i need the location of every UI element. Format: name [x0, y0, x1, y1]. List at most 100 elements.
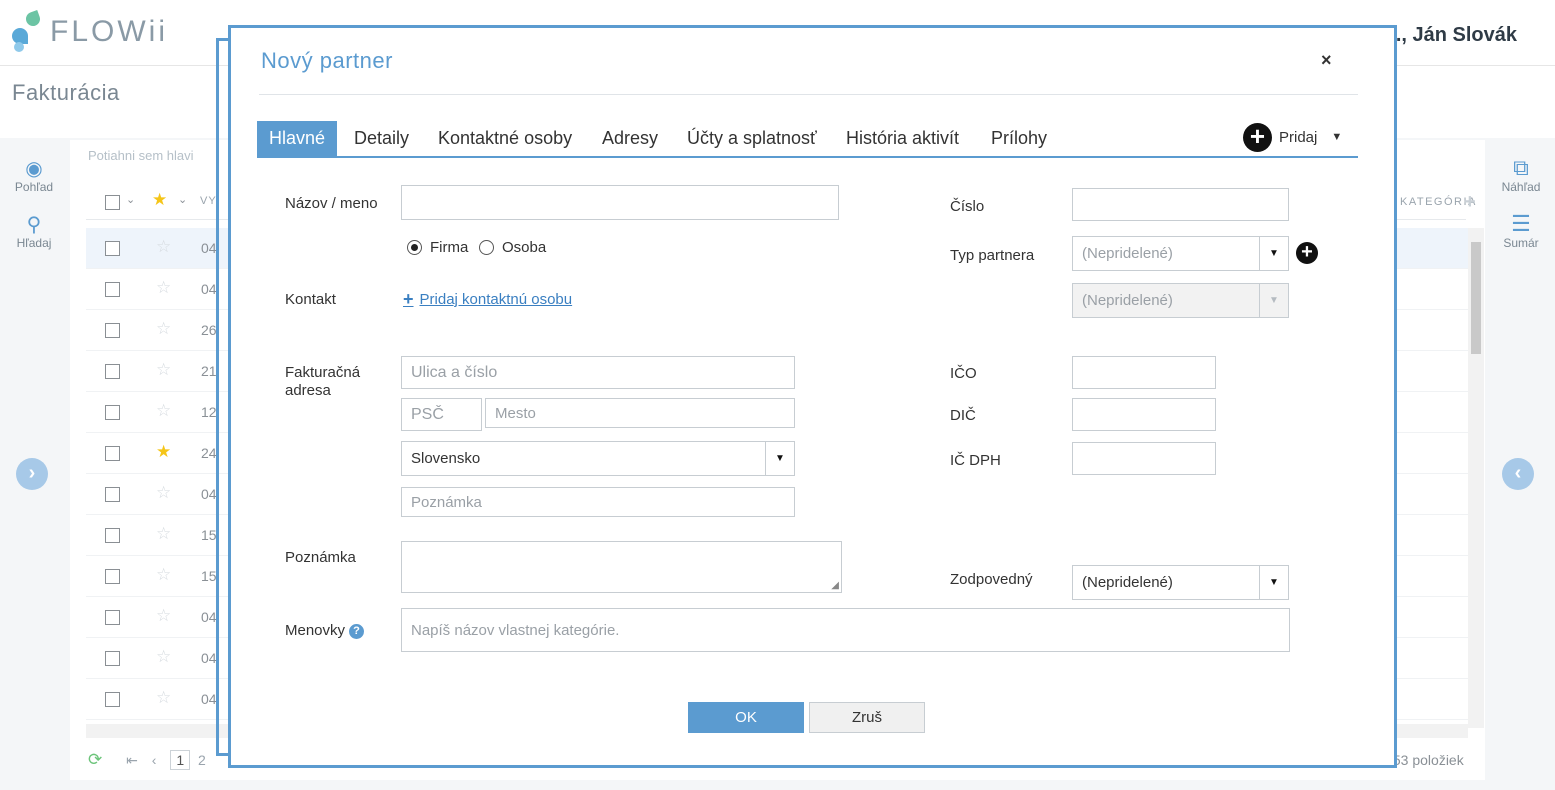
ok-button[interactable]: OK	[688, 702, 804, 733]
first-page-icon[interactable]: ⇤	[126, 752, 138, 768]
close-icon[interactable]: ×	[1321, 50, 1332, 71]
row-checkbox[interactable]	[105, 282, 120, 297]
plus-icon: +	[403, 289, 414, 309]
add-column-icon[interactable]: +	[1464, 191, 1476, 214]
tab-ucty-a-splatnost[interactable]: Účty a splatnosť	[675, 121, 829, 156]
row-checkbox[interactable]	[105, 323, 120, 338]
tags-label-text: Menovky	[285, 622, 346, 639]
street-input[interactable]: Ulica a číslo	[401, 356, 795, 389]
select-all-chevron-icon[interactable]: ⌄	[126, 193, 135, 206]
address-note-input[interactable]: Poznámka	[401, 487, 795, 517]
row-checkbox[interactable]	[105, 651, 120, 666]
column-header-short[interactable]: VY	[200, 195, 217, 207]
plus-circle-icon: +	[1243, 122, 1272, 152]
tab-detaily[interactable]: Detaily	[342, 121, 421, 156]
tab-kontaktne-osoby[interactable]: Kontaktné osoby	[426, 121, 584, 156]
company-user-name[interactable]: o., Ján Slovák	[1384, 24, 1517, 47]
country-select[interactable]: Slovensko ▼	[401, 441, 795, 476]
note-textarea[interactable]: ◢	[401, 541, 842, 593]
partner-type-select[interactable]: (Nepridelené) ▼	[1072, 236, 1289, 271]
caret-down-icon: ▼	[1331, 131, 1343, 143]
tab-historia-aktivit[interactable]: História aktivít	[834, 121, 971, 156]
row-checkbox[interactable]	[105, 487, 120, 502]
next-page-number[interactable]: 2	[198, 752, 206, 768]
name-label: Názov / meno	[285, 195, 378, 212]
dic-input[interactable]	[1072, 398, 1216, 431]
preview-tool-button[interactable]: ⧉ Náhľad	[1494, 156, 1548, 195]
favorite-star-icon[interactable]: ☆	[156, 565, 171, 585]
row-number-cell: 15	[201, 527, 217, 543]
favorite-star-icon[interactable]: ☆	[156, 360, 171, 380]
favorite-star-icon[interactable]: ☆	[156, 278, 171, 298]
billing-address-label-line1: Fakturačná	[285, 364, 361, 381]
resize-grip-icon[interactable]: ◢	[831, 580, 839, 591]
row-checkbox[interactable]	[105, 405, 120, 420]
ic-dph-input[interactable]	[1072, 442, 1216, 475]
favorite-star-icon[interactable]: ☆	[156, 401, 171, 421]
dropdown-arrow-icon: ▼	[1259, 284, 1288, 317]
ico-label: IČO	[950, 365, 977, 382]
favorite-star-icon[interactable]: ☆	[156, 524, 171, 544]
tab-adresy[interactable]: Adresy	[590, 121, 670, 156]
row-checkbox[interactable]	[105, 446, 120, 461]
ico-input[interactable]	[1072, 356, 1216, 389]
radio-firma[interactable]: Firma	[407, 239, 468, 256]
responsible-select[interactable]: (Nepridelené) ▼	[1072, 565, 1289, 600]
pager: ⟳ ⇤ ‹ 1 2	[88, 750, 206, 770]
add-contact-link[interactable]: + Pridaj kontaktnú osobu	[403, 289, 572, 310]
chevron-right-icon: ›	[28, 462, 36, 484]
favorite-star-icon[interactable]: ☆	[156, 688, 171, 708]
refresh-icon[interactable]: ⟳	[88, 750, 102, 769]
favorite-star-icon[interactable]: ☆	[156, 319, 171, 339]
search-tool-button[interactable]: ⚲ Hľadaj	[8, 214, 60, 250]
tags-input[interactable]: Napíš názov vlastnej kategórie.	[401, 608, 1290, 652]
expand-left-panel-button[interactable]: ›	[16, 458, 48, 490]
expand-right-panel-button[interactable]: ‹	[1502, 458, 1534, 490]
add-contact-link-text: Pridaj kontaktnú osobu	[419, 291, 573, 308]
summary-tool-button[interactable]: ☰ Sumár	[1494, 212, 1548, 251]
vertical-scrollbar[interactable]	[1468, 228, 1484, 728]
prev-page-icon[interactable]: ‹	[152, 752, 157, 768]
row-number-cell: 26	[201, 322, 217, 338]
partner-type-label: Typ partnera	[950, 247, 1035, 264]
number-input[interactable]	[1072, 188, 1289, 221]
radio-osoba-label: Osoba	[502, 239, 547, 256]
favorite-star-icon[interactable]: ☆	[156, 647, 171, 667]
search-tool-label: Hľadaj	[16, 236, 52, 250]
add-dropdown-button[interactable]: + Pridaj ▼	[1243, 121, 1342, 153]
preview-tool-label: Náhľad	[1501, 180, 1541, 194]
row-checkbox[interactable]	[105, 610, 120, 625]
cancel-button[interactable]: Zruš	[809, 702, 925, 733]
current-page[interactable]: 1	[170, 750, 191, 770]
name-input[interactable]	[401, 185, 839, 220]
tab-prilohy[interactable]: Prílohy	[979, 121, 1059, 156]
select-all-checkbox[interactable]	[105, 195, 120, 210]
postal-code-input[interactable]: PSČ	[401, 398, 482, 431]
favorite-star-icon[interactable]: ★	[156, 442, 171, 462]
favorite-star-icon[interactable]: ☆	[156, 483, 171, 503]
country-value: Slovensko	[411, 450, 481, 467]
star-filter-icon[interactable]: ★	[152, 190, 167, 210]
help-icon[interactable]: ?	[349, 624, 365, 639]
row-checkbox[interactable]	[105, 692, 120, 707]
radio-osoba[interactable]: Osoba	[479, 239, 546, 256]
tab-hlavne[interactable]: Hlavné	[257, 121, 338, 156]
number-label: Číslo	[950, 198, 985, 215]
favorite-star-icon[interactable]: ☆	[156, 606, 171, 626]
row-checkbox[interactable]	[105, 364, 120, 379]
favorite-star-icon[interactable]: ☆	[156, 237, 171, 257]
eye-icon: ◉	[25, 158, 43, 180]
row-number-cell: 04	[201, 609, 217, 625]
row-checkbox[interactable]	[105, 241, 120, 256]
responsible-label: Zodpovedný	[950, 571, 1033, 588]
star-filter-chevron-icon[interactable]: ⌄	[178, 193, 187, 206]
row-number-cell: 04	[201, 486, 217, 502]
add-partner-type-icon[interactable]: +	[1296, 242, 1318, 264]
dialog-title: Nový partner	[261, 48, 393, 73]
row-checkbox[interactable]	[105, 569, 120, 584]
flowii-logo[interactable]: FLOWii	[10, 10, 168, 52]
row-checkbox[interactable]	[105, 528, 120, 543]
city-input[interactable]: Mesto	[485, 398, 795, 428]
view-tool-button[interactable]: ◉ Pohľad	[8, 158, 60, 194]
row-number-cell: 04	[201, 691, 217, 707]
